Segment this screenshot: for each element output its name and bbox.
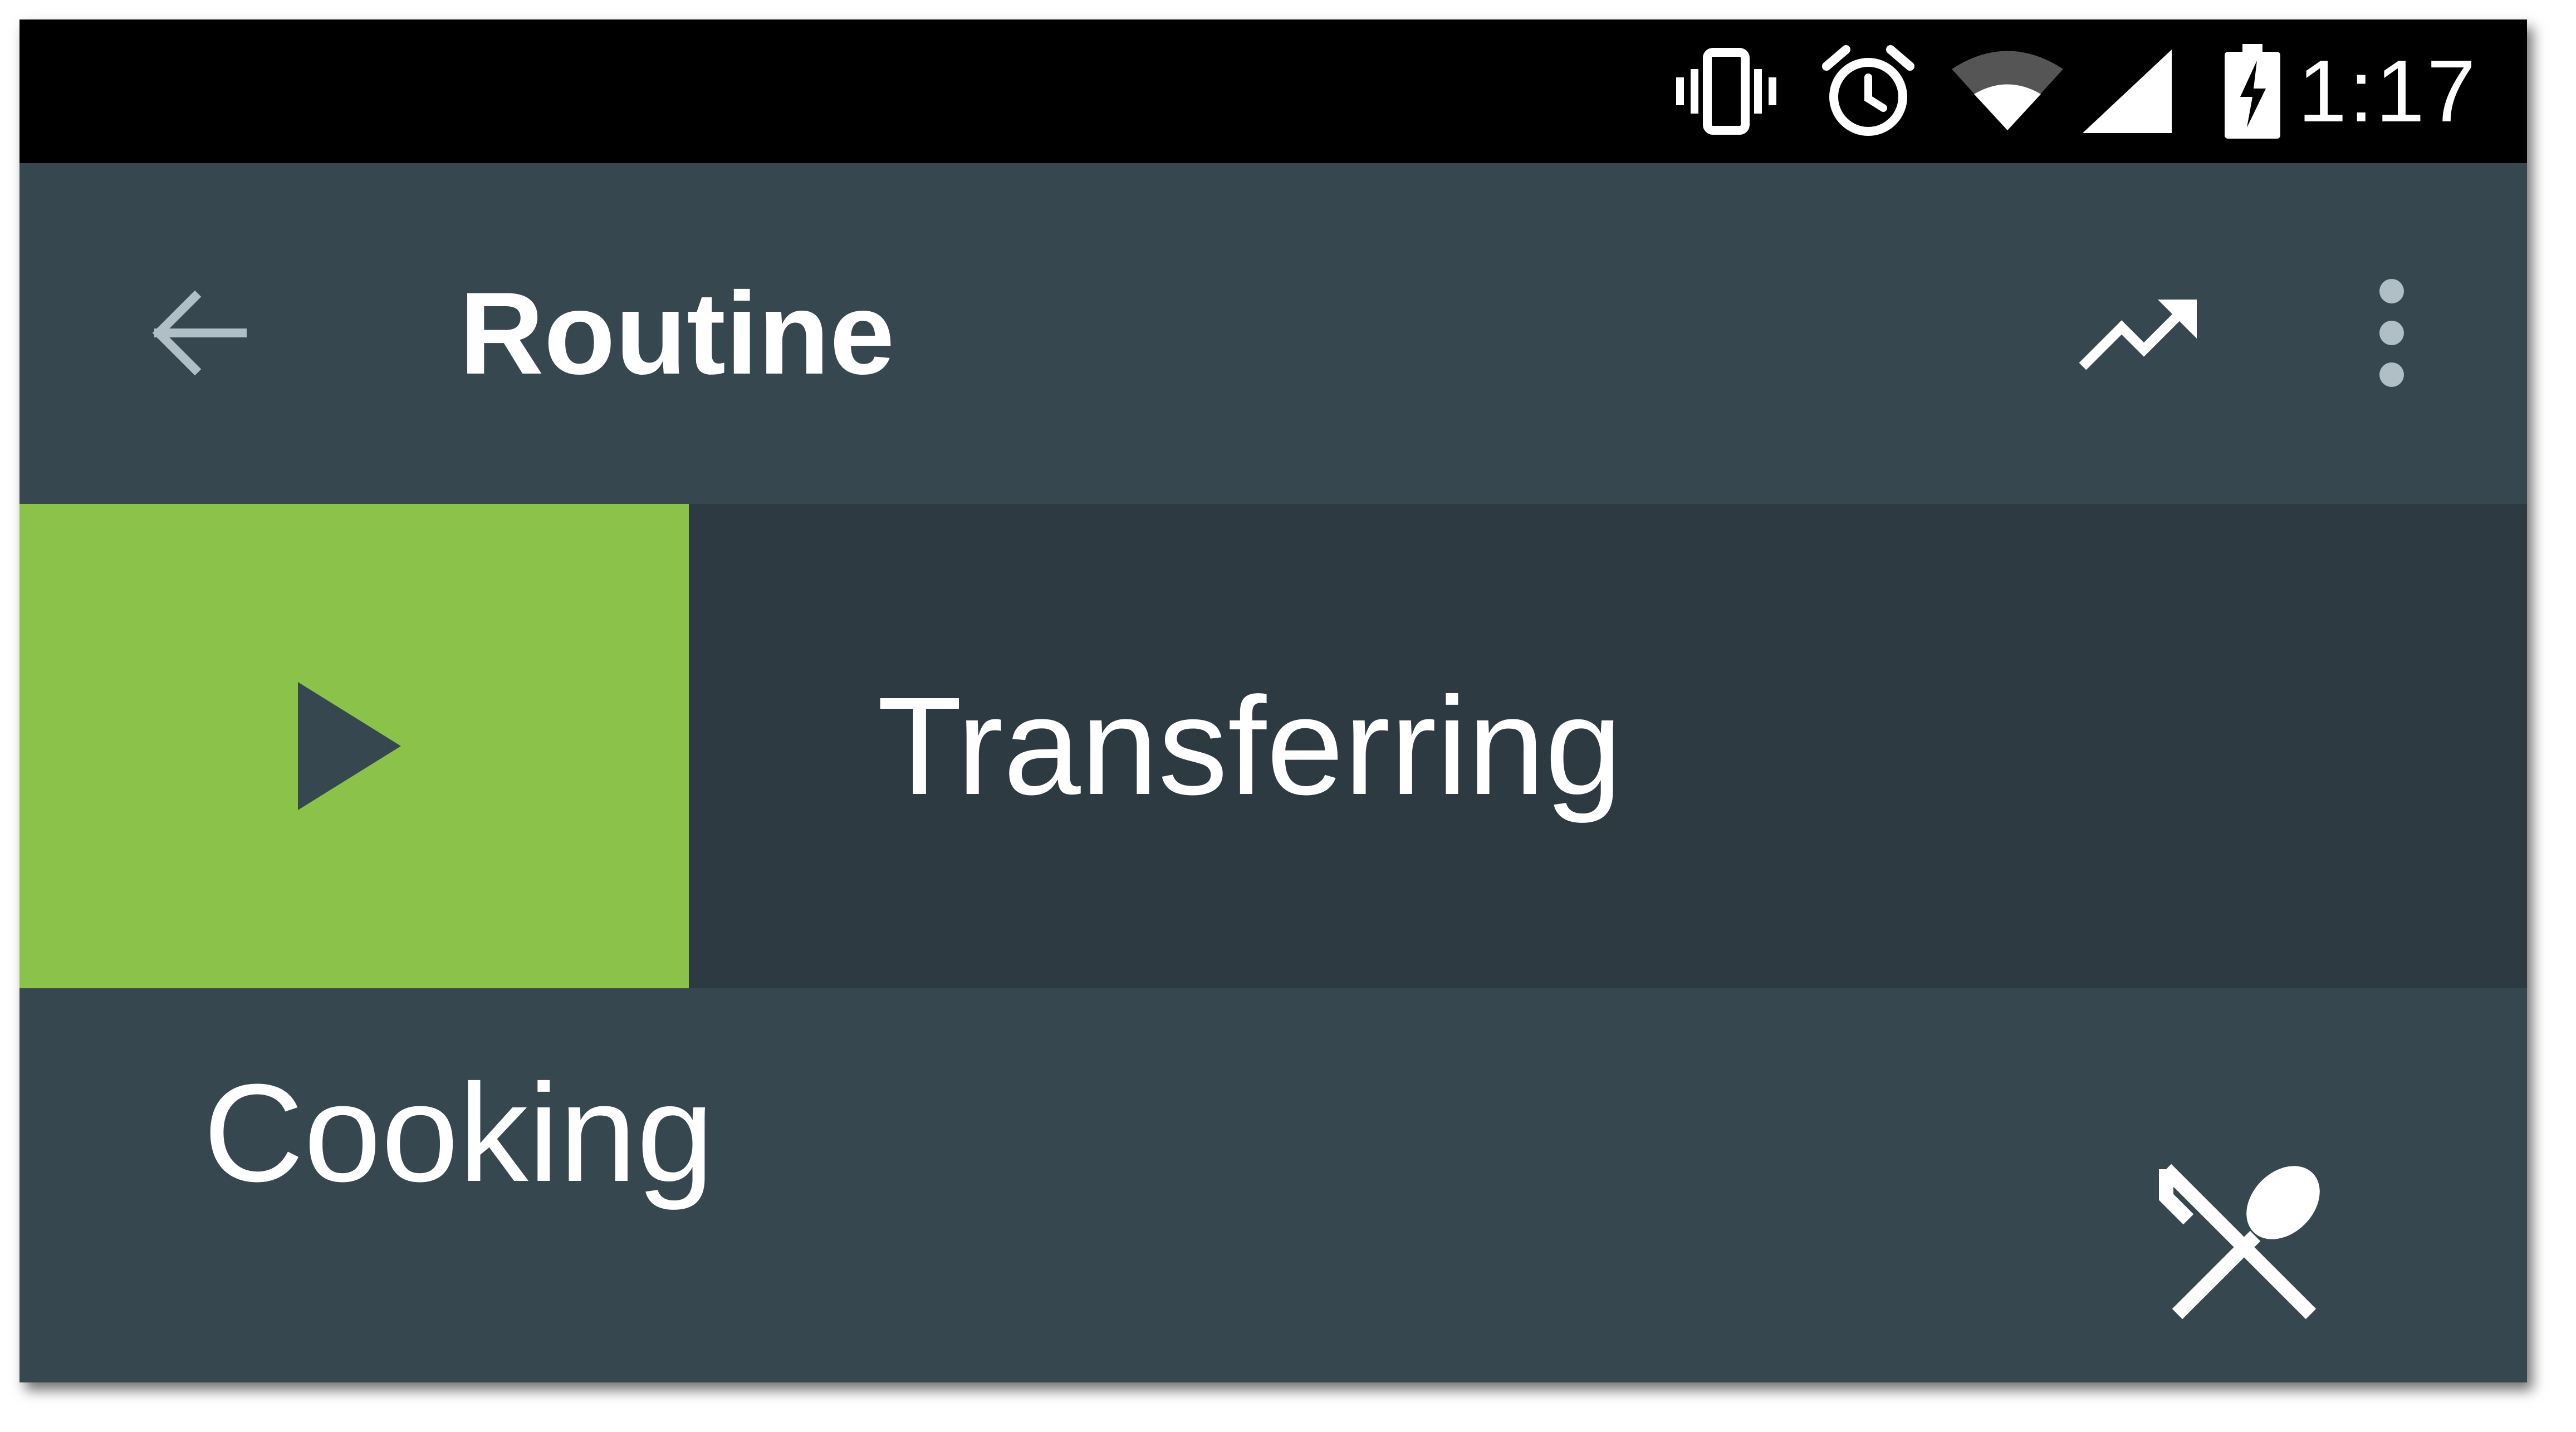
- app-screen: 1:17 Routine Transferring Cooking: [19, 19, 2527, 1382]
- fork-spoon-icon: [2147, 1150, 2330, 1333]
- play-icon: [298, 682, 401, 810]
- trending-up-icon: [2079, 300, 2197, 370]
- list-item[interactable]: Cooking: [19, 988, 2527, 1382]
- overflow-menu-button[interactable]: [2342, 258, 2442, 408]
- stats-button[interactable]: [2069, 266, 2213, 400]
- clock-time: 1:17: [2298, 42, 2478, 140]
- more-vert-icon: [2379, 279, 2404, 387]
- alarm-icon: [1821, 19, 1916, 163]
- app-toolbar: Routine: [19, 163, 2527, 504]
- wifi-icon: [1952, 19, 2063, 163]
- vibrate-icon: [1671, 19, 1782, 163]
- back-button[interactable]: [131, 266, 265, 400]
- active-task-row[interactable]: Transferring: [19, 504, 2527, 988]
- play-area[interactable]: [19, 504, 689, 988]
- battery-charging-icon: [2219, 19, 2286, 163]
- arrow-back-icon: [152, 290, 247, 376]
- play-button[interactable]: [270, 671, 426, 821]
- list-item-label: Cooking: [203, 1055, 714, 1210]
- page-title: Routine: [459, 268, 895, 399]
- status-bar: 1:17: [19, 19, 2527, 163]
- signal-icon: [2080, 19, 2175, 163]
- active-task-label: Transferring: [877, 668, 1623, 823]
